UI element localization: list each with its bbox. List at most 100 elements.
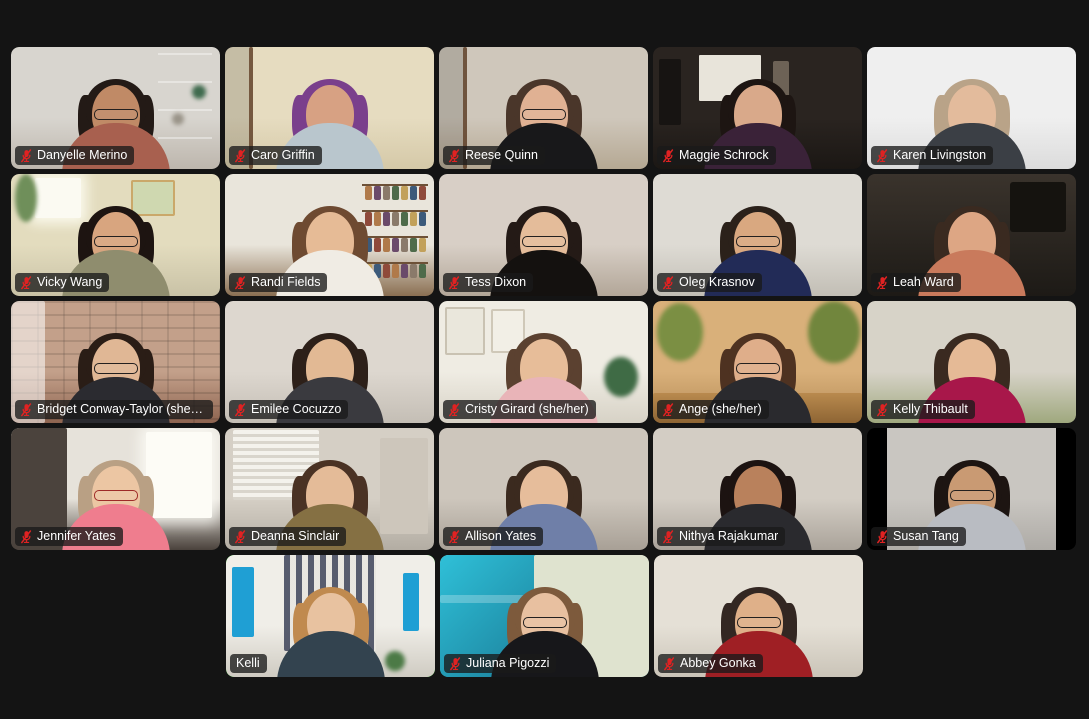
participant-name: Emilee Cocuzzo <box>251 402 342 416</box>
participant-name: Abbey Gonka <box>680 656 756 670</box>
mic-muted-icon <box>449 275 460 289</box>
participant-figure <box>276 587 385 677</box>
participant-name: Kelly Thibault <box>893 402 968 416</box>
participant-tile[interactable]: Nithya Rajakumar <box>653 428 862 550</box>
figure-glasses <box>949 490 994 501</box>
mic-muted-icon <box>235 275 246 289</box>
participant-name: Bridget Conway-Taylor (she/h... <box>37 402 206 416</box>
participant-nameplate: Randi Fields <box>229 273 328 292</box>
figure-glasses <box>93 363 138 374</box>
book <box>410 264 417 278</box>
participant-nameplate: Oleg Krasnov <box>657 273 762 292</box>
participant-nameplate: Tess Dixon <box>443 273 534 292</box>
participant-nameplate: Maggie Schrock <box>657 146 776 165</box>
book <box>392 212 399 226</box>
mic-muted-icon <box>663 275 674 289</box>
book <box>410 186 417 200</box>
participant-nameplate: Danyelle Merino <box>15 146 135 165</box>
mic-muted-icon <box>877 275 888 289</box>
plant <box>385 651 405 671</box>
figure-glasses <box>93 109 138 120</box>
figure-glasses <box>521 236 566 247</box>
figure-glasses <box>93 236 138 247</box>
figure-glasses <box>93 490 138 501</box>
participant-nameplate: Reese Quinn <box>443 146 545 165</box>
book <box>401 264 408 278</box>
participant-tile[interactable]: Maggie Schrock <box>653 47 862 169</box>
participant-tile[interactable]: Allison Yates <box>439 428 648 550</box>
mic-muted-icon <box>877 148 888 162</box>
mic-muted-icon <box>21 275 32 289</box>
mic-muted-icon <box>877 402 888 416</box>
participant-tile[interactable]: Randi Fields <box>225 174 434 296</box>
mic-muted-icon <box>21 529 32 543</box>
participant-tile[interactable]: Emilee Cocuzzo <box>225 301 434 423</box>
participant-name: Nithya Rajakumar <box>679 529 779 543</box>
participant-tile[interactable]: Kelly Thibault <box>867 301 1076 423</box>
participant-name: Jennifer Yates <box>37 529 116 543</box>
participant-tile[interactable]: Deanna Sinclair <box>225 428 434 550</box>
participant-nameplate: Deanna Sinclair <box>229 527 347 546</box>
book <box>410 238 417 252</box>
participant-tile[interactable]: Vicky Wang <box>11 174 220 296</box>
cabinet <box>380 438 428 534</box>
participant-name: Oleg Krasnov <box>679 275 755 289</box>
participant-grid: Danyelle Merino Caro Griffin Reese Quinn Ma… <box>0 47 1089 682</box>
book <box>383 212 390 226</box>
mic-muted-icon <box>450 656 461 670</box>
participant-tile[interactable]: Caro Griffin <box>225 47 434 169</box>
participant-tile[interactable]: Karen Livingston <box>867 47 1076 169</box>
mic-muted-icon <box>877 529 888 543</box>
participant-tile[interactable]: Cristy Girard (she/her) <box>439 301 648 423</box>
participant-nameplate: Abbey Gonka <box>658 654 763 673</box>
participant-tile[interactable]: Abbey Gonka <box>654 555 863 677</box>
book <box>419 186 426 200</box>
mic-muted-icon <box>21 148 32 162</box>
participant-tile[interactable]: Tess Dixon <box>439 174 648 296</box>
participant-name: Kelli <box>236 656 260 670</box>
window-dark <box>659 59 681 125</box>
participant-nameplate: Bridget Conway-Taylor (she/h... <box>15 400 213 419</box>
participant-nameplate: Karen Livingston <box>871 146 994 165</box>
shelf-line <box>158 53 212 55</box>
book <box>383 238 390 252</box>
participant-tile[interactable]: Danyelle Merino <box>11 47 220 169</box>
meeting-gallery-stage: Danyelle Merino Caro Griffin Reese Quinn Ma… <box>0 0 1089 719</box>
book <box>383 186 390 200</box>
participant-row: Kelli Juliana Pigozzi Abbey Gonka <box>0 555 1089 677</box>
book <box>419 264 426 278</box>
participant-nameplate: Caro Griffin <box>229 146 322 165</box>
participant-tile[interactable]: Juliana Pigozzi <box>440 555 649 677</box>
book <box>401 212 408 226</box>
participant-nameplate: Vicky Wang <box>15 273 110 292</box>
book <box>365 186 372 200</box>
book <box>392 238 399 252</box>
mic-muted-icon <box>663 529 674 543</box>
participant-tile[interactable]: Ange (she/her) <box>653 301 862 423</box>
participant-tile[interactable]: Susan Tang <box>867 428 1076 550</box>
participant-name: Susan Tang <box>893 529 959 543</box>
participant-tile[interactable]: Kelli <box>226 555 435 677</box>
participant-nameplate: Kelly Thibault <box>871 400 975 419</box>
participant-tile[interactable]: Reese Quinn <box>439 47 648 169</box>
participant-name: Randi Fields <box>251 275 321 289</box>
participant-name: Vicky Wang <box>37 275 103 289</box>
participant-tile[interactable]: Bridget Conway-Taylor (she/h... <box>11 301 220 423</box>
poster <box>445 307 485 355</box>
participant-nameplate: Emilee Cocuzzo <box>229 400 349 419</box>
participant-name: Karen Livingston <box>893 148 987 162</box>
figure-glasses <box>521 109 566 120</box>
participant-tile[interactable]: Jennifer Yates <box>11 428 220 550</box>
participant-name: Deanna Sinclair <box>251 529 340 543</box>
figure-glasses <box>736 617 781 628</box>
participant-nameplate: Nithya Rajakumar <box>657 527 786 546</box>
mic-muted-icon <box>21 402 32 416</box>
palm <box>657 303 703 361</box>
participant-row: Vicky Wang Randi Fields Tess Dixon Oleg Kra… <box>0 174 1089 296</box>
figure-glasses <box>522 617 567 628</box>
participant-nameplate: Leah Ward <box>871 273 961 292</box>
participant-tile[interactable]: Leah Ward <box>867 174 1076 296</box>
participant-row: Danyelle Merino Caro Griffin Reese Quinn Ma… <box>0 47 1089 169</box>
participant-tile[interactable]: Oleg Krasnov <box>653 174 862 296</box>
participant-nameplate: Allison Yates <box>443 527 544 546</box>
